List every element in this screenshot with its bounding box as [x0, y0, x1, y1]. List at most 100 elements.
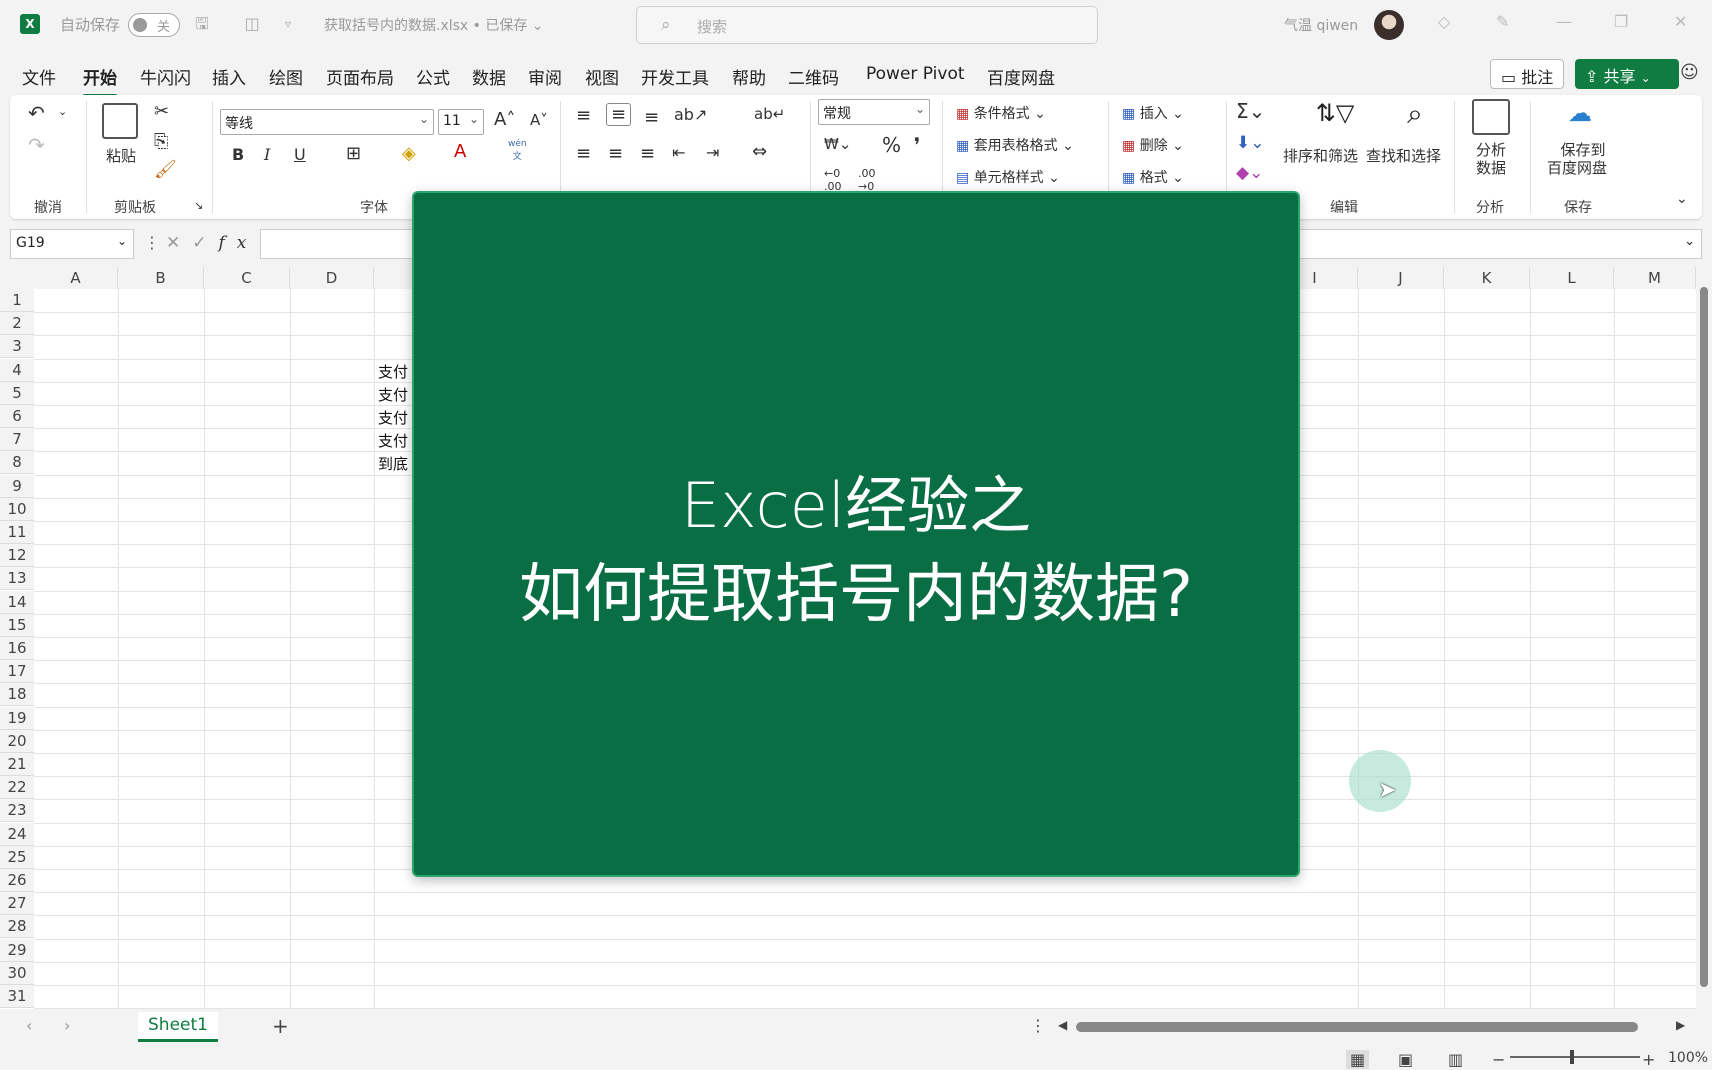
zoom-slider[interactable]	[1510, 1056, 1640, 1058]
page-layout-view-icon[interactable]: ▣	[1398, 1050, 1413, 1069]
undo-icon[interactable]: ↶	[28, 101, 45, 125]
row-header-30[interactable]: 30	[0, 961, 34, 985]
paste-icon[interactable]	[102, 103, 138, 139]
add-sheet-button[interactable]: +	[272, 1014, 289, 1038]
row-header-18[interactable]: 18	[0, 683, 34, 707]
sheet-tab-sheet1[interactable]: Sheet1	[138, 1012, 218, 1042]
restore-icon[interactable]: ❐	[1614, 12, 1628, 31]
row-header-11[interactable]: 11	[0, 521, 34, 544]
horizontal-scroll-thumb[interactable]	[1076, 1022, 1638, 1032]
diamond-icon[interactable]: ◇	[1438, 12, 1450, 31]
search-box[interactable]: ⌕ 搜索	[636, 6, 1098, 44]
person-icon[interactable]: ☺	[1680, 62, 1699, 83]
column-header-a[interactable]: A	[34, 267, 118, 289]
tab-page-layout[interactable]: 页面布局	[326, 64, 394, 89]
save-baidu-label-2[interactable]: 百度网盘	[1540, 157, 1614, 178]
align-bottom-icon[interactable]: ≡	[644, 107, 659, 128]
row-header-6[interactable]: 6	[0, 405, 34, 428]
row-header-3[interactable]: 3	[0, 335, 34, 359]
cell-text[interactable]: 到底	[378, 453, 408, 474]
increase-decimal-icon[interactable]: .00 →0	[858, 167, 876, 193]
row-header-25[interactable]: 25	[0, 845, 34, 869]
more-icon[interactable]: ⋮	[144, 233, 160, 252]
next-sheet-icon[interactable]: ›	[64, 1016, 70, 1035]
column-header-k[interactable]: K	[1444, 267, 1530, 289]
tab-insert[interactable]: 插入	[212, 64, 246, 89]
row-header-29[interactable]: 29	[0, 938, 34, 962]
share-button[interactable]: ⇪ 共享 ⌄	[1575, 59, 1679, 89]
font-color-icon[interactable]: A	[454, 141, 466, 162]
cell-text[interactable]: 支付	[378, 384, 408, 405]
tab-view[interactable]: 视图	[585, 64, 619, 89]
comment-button[interactable]: ▭ 批注	[1490, 59, 1564, 89]
bold-button[interactable]: B	[232, 145, 244, 164]
increase-font-icon[interactable]: A˄	[494, 109, 515, 130]
scroll-thumb[interactable]	[1700, 287, 1708, 987]
comma-button[interactable]: ❜	[914, 133, 920, 157]
increase-indent-icon[interactable]: ⇥	[706, 143, 719, 162]
format-cells-button[interactable]: ▦ 格式 ⌄	[1122, 167, 1184, 187]
paste-label[interactable]: 粘贴	[106, 145, 136, 166]
row-header-20[interactable]: 20	[0, 729, 34, 753]
autosum-icon[interactable]: Σ⌄	[1236, 99, 1265, 123]
currency-icon[interactable]: ₩⌄	[824, 135, 851, 153]
fx-icon[interactable]: fx	[219, 233, 259, 253]
row-header-16[interactable]: 16	[0, 637, 34, 660]
name-box[interactable]: G19 ⌄	[10, 229, 134, 259]
scroll-left-icon[interactable]: ◀	[1058, 1018, 1067, 1032]
row-header-1[interactable]: 1	[0, 289, 34, 312]
user-name[interactable]: 气温 qiwen	[1284, 15, 1358, 35]
wrap-text-icon[interactable]: ab↵	[754, 105, 785, 123]
autosave-toggle[interactable]: 关	[128, 13, 180, 37]
vertical-scrollbar[interactable]	[1696, 267, 1712, 1009]
align-middle-icon[interactable]: ≡	[606, 103, 632, 126]
italic-button[interactable]: I	[264, 145, 270, 164]
row-header-12[interactable]: 12	[0, 544, 34, 568]
zoom-level[interactable]: 100%	[1668, 1050, 1708, 1066]
file-title[interactable]: 获取括号内的数据.xlsx • 已保存 ⌄	[324, 15, 544, 35]
cell-text[interactable]: 支付	[378, 430, 408, 451]
tab-qrcode[interactable]: 二维码	[788, 64, 839, 89]
row-header-23[interactable]: 23	[0, 799, 34, 823]
row-header-7[interactable]: 7	[0, 428, 34, 452]
column-header-d[interactable]: D	[290, 267, 374, 289]
row-header-4[interactable]: 4	[0, 358, 34, 382]
insert-cells-button[interactable]: ▦ 插入 ⌄	[1122, 103, 1184, 123]
row-header-17[interactable]: 17	[0, 660, 34, 684]
row-header-13[interactable]: 13	[0, 567, 34, 591]
select-all-corner[interactable]	[0, 267, 34, 289]
tab-review[interactable]: 审阅	[528, 64, 562, 89]
enter-icon[interactable]: ✓	[192, 233, 218, 253]
cell-styles-button[interactable]: ▤ 单元格样式 ⌄	[956, 167, 1060, 187]
row-header-9[interactable]: 9	[0, 474, 34, 498]
analyze-label-2[interactable]: 数据	[1476, 157, 1506, 178]
column-header-c[interactable]: C	[204, 267, 290, 289]
clear-icon[interactable]: ◆⌄	[1236, 163, 1263, 183]
tab-baidu-pan[interactable]: 百度网盘	[987, 64, 1055, 89]
tab-developer[interactable]: 开发工具	[641, 64, 709, 89]
redo-icon[interactable]: ↷	[28, 133, 45, 157]
scroll-right-icon[interactable]: ▶	[1676, 1018, 1685, 1032]
more-icon[interactable]: ⋮	[1030, 1016, 1046, 1035]
collapse-ribbon-icon[interactable]: ⌄	[1676, 191, 1688, 207]
row-header-10[interactable]: 10	[0, 497, 34, 521]
row-header-8[interactable]: 8	[0, 451, 34, 475]
cell-text[interactable]: 支付	[378, 361, 408, 382]
find-select-button[interactable]: 查找和选择	[1366, 145, 1441, 166]
row-header-27[interactable]: 27	[0, 892, 34, 916]
undo-dropdown-icon[interactable]: ⌄	[58, 105, 67, 118]
align-right-icon[interactable]: ≡	[640, 143, 655, 164]
tab-draw[interactable]: 绘图	[269, 64, 303, 89]
decrease-decimal-icon[interactable]: ←0.00	[824, 167, 842, 193]
align-center-icon[interactable]: ≡	[608, 143, 623, 164]
orientation-icon[interactable]: ab↗	[674, 105, 707, 124]
column-header-j[interactable]: J	[1358, 267, 1444, 289]
prev-sheet-icon[interactable]: ‹	[26, 1016, 32, 1035]
tab-home[interactable]: 开始	[83, 64, 117, 97]
cancel-icon[interactable]: ✕	[166, 233, 192, 253]
zoom-in-icon[interactable]: +	[1642, 1050, 1655, 1069]
font-name-select[interactable]: 等线 ⌄	[220, 109, 434, 135]
fill-icon[interactable]: ⬇⌄	[1236, 133, 1265, 153]
camera-icon[interactable]: ◫	[242, 14, 262, 34]
pen-icon[interactable]: ✎	[1496, 12, 1509, 31]
